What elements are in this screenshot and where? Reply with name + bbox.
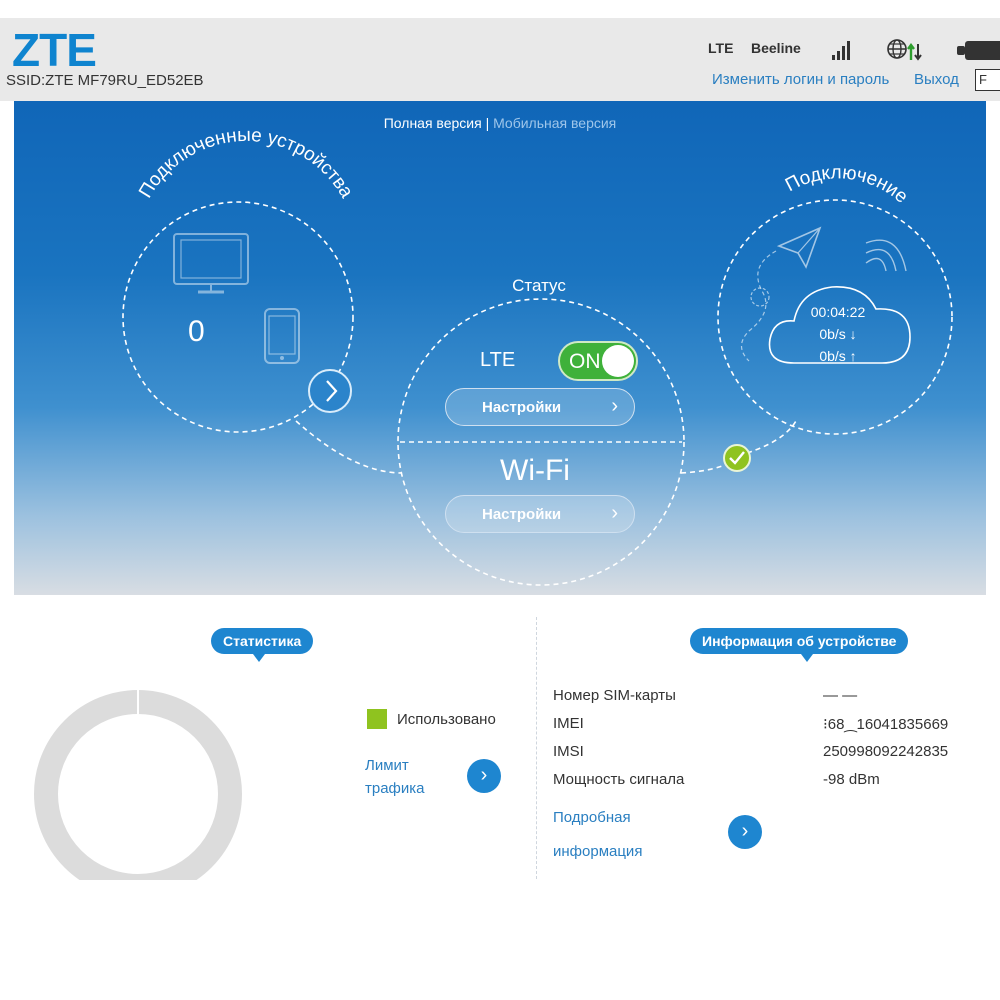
language-select[interactable]: F	[975, 69, 1000, 91]
connection-title: Подключение	[782, 162, 912, 207]
info-key: IMSI	[553, 743, 584, 760]
lte-toggle[interactable]: ON	[558, 341, 638, 381]
phone-icon	[264, 308, 300, 364]
change-login-link[interactable]: Изменить логин и пароль	[712, 71, 889, 88]
check-icon	[723, 444, 751, 472]
info-value: -98 dBm	[823, 771, 880, 788]
operator-name: Beeline	[751, 40, 801, 56]
lte-label: LTE	[480, 349, 516, 371]
details-button[interactable]: ›	[728, 815, 762, 849]
chevron-right-icon: ›	[741, 820, 749, 842]
title-pointer	[253, 654, 265, 662]
used-legend-swatch	[367, 709, 387, 729]
devices-title-arc: Подключенные устройства	[135, 125, 357, 202]
download-speed: 0b/s ↓	[819, 326, 857, 342]
device-info-section: Информация об устройстве Номер SIM-карты…	[540, 620, 1000, 880]
chevron-right-icon: ›	[611, 502, 618, 524]
devices-title: Подключенные устройства	[135, 125, 357, 202]
network-type: LTE	[708, 40, 734, 56]
donut-ring	[34, 690, 242, 880]
details-link[interactable]: Подробная информация	[553, 801, 663, 869]
info-row-sim: Номер SIM-карты — —	[553, 687, 993, 709]
mobile-version-link[interactable]: Мобильная версия	[493, 115, 616, 131]
upload-speed: 0b/s ↑	[819, 348, 857, 364]
wifi-label: Wi-Fi	[500, 454, 570, 487]
info-row-imsi: IMSI 250998092242835	[553, 743, 993, 765]
section-divider	[536, 617, 537, 879]
used-legend-label: Использовано	[397, 711, 496, 728]
data-arrows-icon	[907, 43, 922, 61]
traffic-limit-button[interactable]: ›	[467, 759, 501, 793]
zte-logo[interactable]: ZTE	[12, 27, 97, 73]
connection-time: 00:04:22	[810, 304, 866, 320]
flight-node	[750, 287, 770, 307]
device-info-title: Информация об устройстве	[690, 628, 909, 654]
globe-icon	[887, 39, 922, 61]
signal-bars-icon	[832, 41, 850, 60]
devices-count: 0	[188, 315, 205, 348]
info-key: Мощность сигнала	[553, 771, 685, 788]
wifi-settings-button[interactable]: Настройки ›	[445, 495, 635, 533]
traffic-limit-link[interactable]: Лимит трафика	[365, 754, 445, 800]
devices-more-button	[308, 369, 352, 413]
battery-icon	[957, 41, 1000, 60]
info-row-signal: Мощность сигнала -98 dBm	[553, 771, 993, 793]
wifi-waves-icon	[865, 239, 907, 272]
devices-connector	[295, 420, 403, 474]
info-row-imei: IMEI ⁝68⁔16041835669	[553, 715, 993, 737]
toggle-knob	[602, 345, 634, 377]
statistics-section: Статистика Использовано Лимит трафика ›	[14, 620, 534, 880]
info-value: 250998092242835	[823, 743, 949, 760]
ssid-label: SSID:ZTE MF79RU_ED52EB	[6, 72, 204, 89]
traffic-donut-chart	[34, 690, 242, 880]
connection-title-arc: Подключение	[782, 162, 912, 207]
paper-plane-icon	[776, 226, 822, 269]
version-separator: |	[485, 115, 490, 131]
info-value: ⁝68⁔16041835669	[823, 716, 949, 733]
lte-toggle-label: ON	[569, 350, 601, 373]
statistics-title: Статистика	[211, 628, 314, 654]
version-switch: Полная версия | Мобильная версия	[14, 115, 986, 131]
info-key: Номер SIM-карты	[553, 687, 676, 704]
info-key: IMEI	[553, 715, 584, 732]
full-version-link[interactable]: Полная версия	[384, 115, 482, 131]
title-pointer	[801, 654, 813, 662]
page: ZTE SSID:ZTE MF79RU_ED52EB LTE Beeline И…	[0, 0, 1000, 1000]
status-title: Статус	[512, 276, 566, 295]
lte-settings-label: Настройки	[482, 399, 562, 416]
info-value: — —	[823, 687, 858, 704]
logout-link[interactable]: Выход	[914, 71, 959, 88]
header: ZTE SSID:ZTE MF79RU_ED52EB LTE Beeline И…	[0, 18, 1000, 101]
chevron-right-icon: ›	[480, 764, 488, 786]
lte-settings-button[interactable]: Настройки ›	[445, 388, 635, 426]
chevron-right-icon: ›	[611, 395, 618, 417]
monitor-icon	[173, 233, 249, 294]
wifi-settings-label: Настройки	[482, 506, 562, 523]
hero-panel: Подключенные устройства Подключение Полн…	[14, 101, 986, 595]
